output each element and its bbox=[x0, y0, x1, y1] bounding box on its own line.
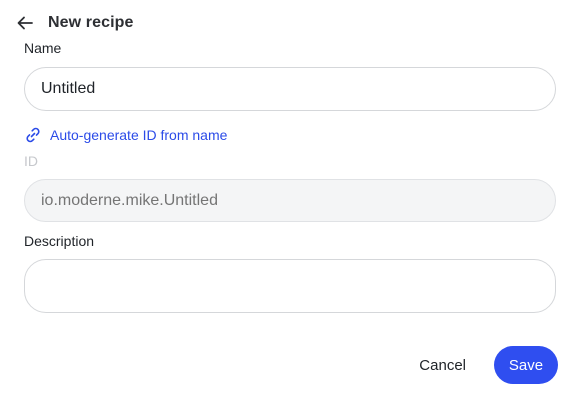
form-actions: Cancel Save bbox=[409, 346, 558, 384]
page-title: New recipe bbox=[48, 14, 134, 31]
name-field[interactable] bbox=[24, 67, 556, 111]
back-button[interactable] bbox=[14, 12, 36, 34]
link-icon bbox=[24, 126, 42, 144]
new-recipe-dialog: New recipe Name Auto-generate ID from na… bbox=[0, 0, 581, 407]
name-input[interactable] bbox=[41, 80, 539, 98]
save-button[interactable]: Save bbox=[494, 346, 558, 384]
header: New recipe bbox=[14, 8, 133, 38]
arrow-left-icon bbox=[17, 16, 33, 30]
id-label: ID bbox=[24, 153, 38, 169]
description-field[interactable] bbox=[24, 259, 556, 313]
auto-generate-id-link[interactable]: Auto-generate ID from name bbox=[24, 124, 227, 146]
id-input bbox=[41, 191, 539, 210]
cancel-button[interactable]: Cancel bbox=[409, 346, 476, 384]
auto-generate-id-label: Auto-generate ID from name bbox=[50, 127, 228, 143]
description-label: Description bbox=[24, 233, 95, 249]
name-label: Name bbox=[24, 40, 62, 56]
id-field bbox=[24, 179, 556, 222]
description-input[interactable] bbox=[41, 277, 539, 295]
